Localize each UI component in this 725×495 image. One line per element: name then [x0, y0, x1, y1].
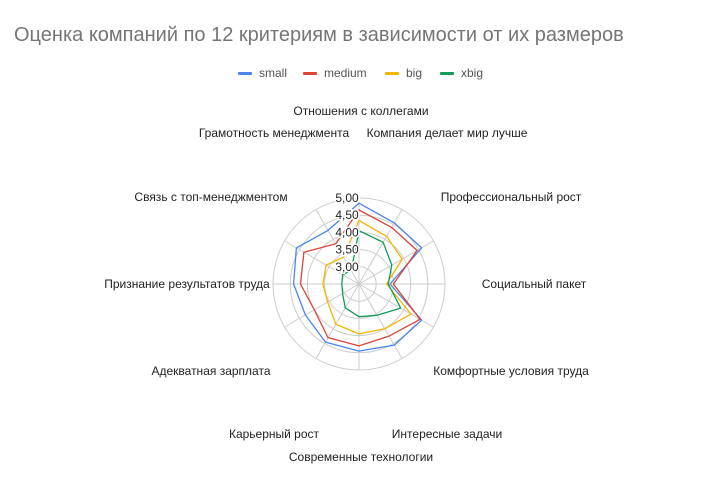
- category-label: Отношения с коллегами: [293, 104, 428, 118]
- category-label: Профессиональный рост: [441, 190, 582, 204]
- category-label: Признание результатов труда: [104, 277, 270, 291]
- category-label: Карьерный рост: [229, 427, 320, 441]
- category-label: Социальный пакет: [482, 277, 587, 291]
- r-tick-label: 4,50: [335, 208, 359, 222]
- category-label: Адекватная зарплата: [151, 364, 270, 378]
- r-tick-label: 3,00: [335, 260, 359, 274]
- category-label: Компания делает мир лучше: [367, 126, 528, 140]
- category-label: Связь с топ-менеджментом: [134, 190, 287, 204]
- spoke-7: [315, 283, 360, 359]
- category-label: Комфортные условия труда: [433, 364, 589, 378]
- r-tick-label: 3,50: [335, 243, 359, 257]
- r-tick-label: 5,00: [335, 191, 359, 205]
- r-tick-label: 4,00: [335, 225, 359, 239]
- radar-chart: 3,00 3,50 4,00 4,50 5,00 Отношения с коллегам…: [104, 104, 589, 464]
- category-label: Интересные задачи: [392, 427, 502, 441]
- category-label: Современные технологии: [289, 450, 433, 464]
- spoke-1: [358, 209, 403, 285]
- category-label: Грамотность менеджмента: [199, 126, 350, 140]
